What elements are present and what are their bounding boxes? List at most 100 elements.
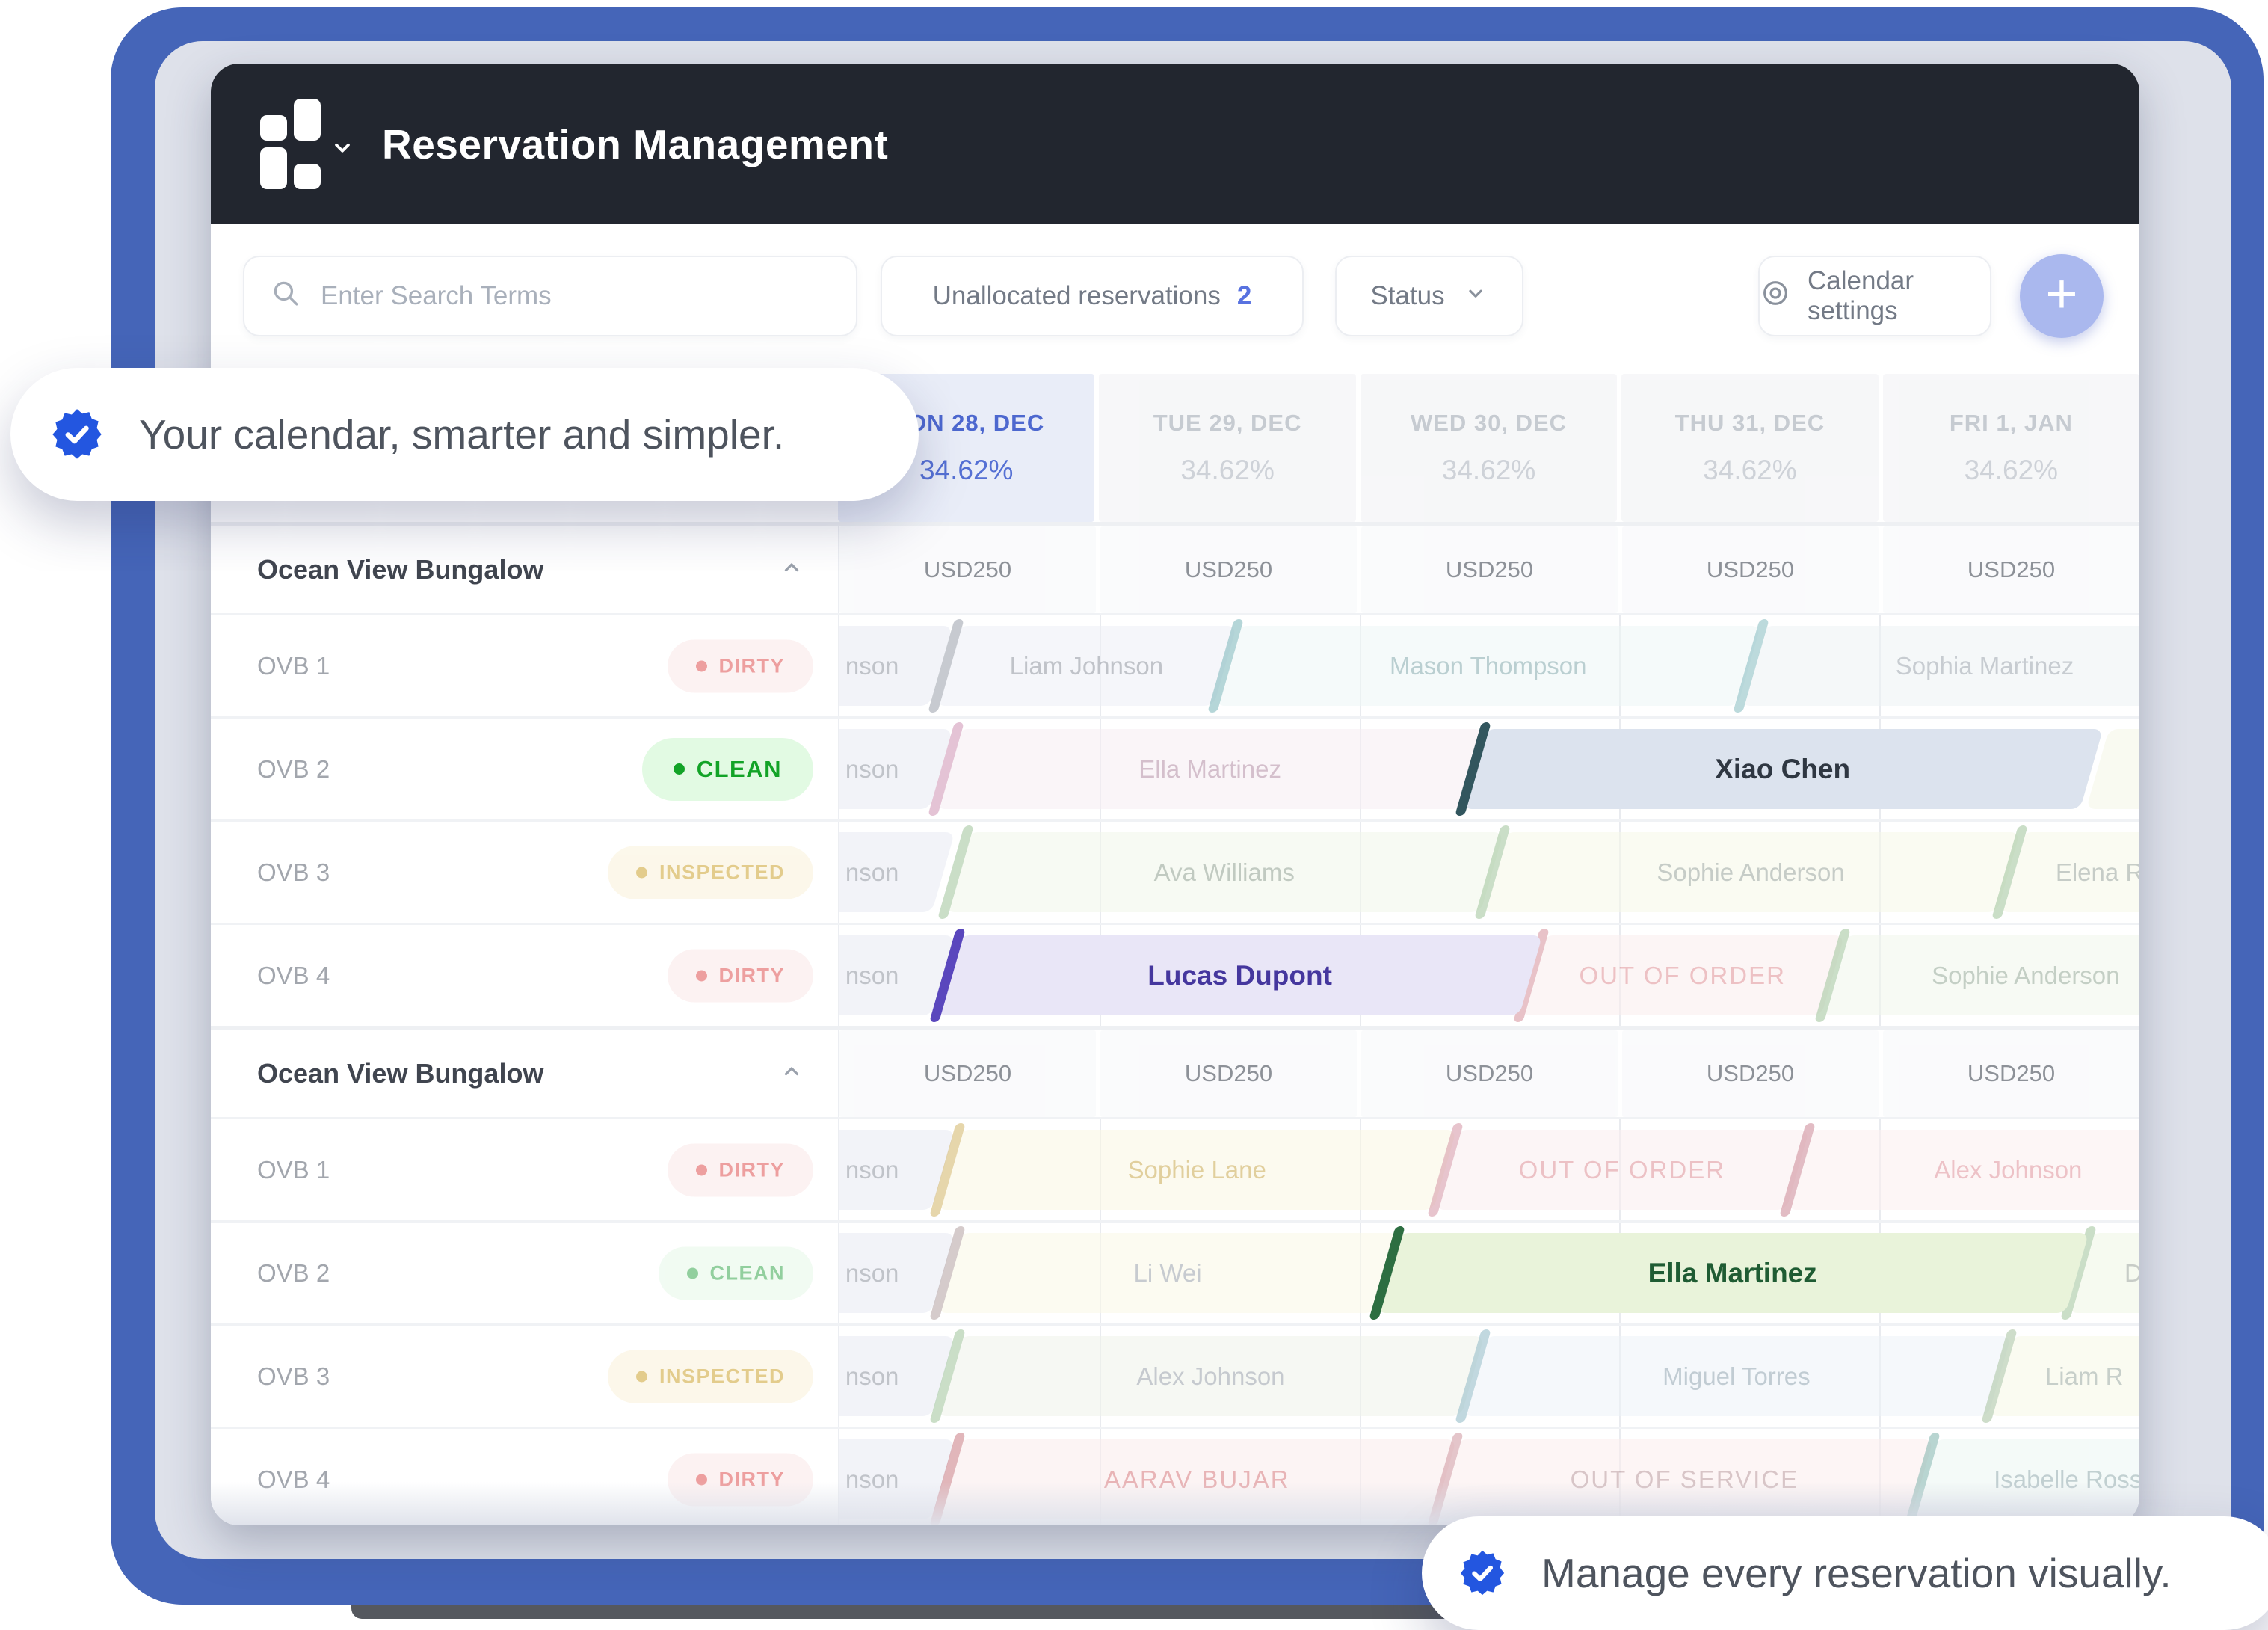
app-window: Reservation Management Enter Search Term…: [211, 64, 2139, 1525]
rate-cell[interactable]: USD250: [1100, 526, 1357, 613]
rate-cell[interactable]: USD250: [839, 526, 1096, 613]
day-column-header[interactable]: WED 30, DEC34.62%: [1361, 374, 1617, 522]
reservation-bar[interactable]: AARAV BUJAR: [949, 1439, 1445, 1519]
view-settings-icon: [1760, 277, 1791, 316]
status-label: DIRTY: [719, 1158, 786, 1181]
reservation-bar-tail[interactable]: nson: [838, 1336, 943, 1416]
add-reservation-button[interactable]: +: [2020, 254, 2104, 338]
room-status-badge[interactable]: DIRTY: [668, 639, 814, 692]
page-title: Reservation Management: [382, 120, 888, 168]
room-status-badge[interactable]: INSPECTED: [608, 846, 813, 899]
room-status-badge[interactable]: CLEAN: [659, 1246, 814, 1300]
reservation-bar[interactable]: OUT OF ORDER: [1446, 1130, 1798, 1210]
calendar-settings-button[interactable]: Calendar settings: [1758, 256, 1991, 336]
day-label: WED 30, DEC: [1411, 410, 1567, 437]
room-code: OVB 1: [257, 1156, 330, 1184]
reservation-bar[interactable]: Sophie Lane: [949, 1130, 1445, 1210]
reservation-bar-tail[interactable]: nson: [838, 1130, 943, 1210]
reservation-bar-tail[interactable]: nson: [838, 1439, 943, 1519]
reservation-bar[interactable]: Li Wei: [949, 1233, 1387, 1313]
room-status-badge[interactable]: DIRTY: [668, 1143, 814, 1196]
day-column-header[interactable]: THU 31, DEC34.62%: [1621, 374, 1878, 522]
unallocated-reservations-button[interactable]: Unallocated reservations 2: [881, 256, 1304, 336]
room-row-grid: nsonAva WilliamsSophie AndersonElena Ra: [838, 822, 2139, 923]
day-label: FRI 1, JAN: [1950, 410, 2073, 437]
guest-name: Alex Johnson: [1799, 1130, 2139, 1210]
day-column-header[interactable]: TUE 29, DEC34.62%: [1099, 374, 1355, 522]
guest-name: Mason Thompson: [1227, 626, 1749, 706]
room-code: OVB 2: [257, 1259, 330, 1288]
rate-cell[interactable]: USD250: [1361, 526, 1618, 613]
reservation-bar[interactable]: om: [2098, 729, 2139, 809]
room-group-header[interactable]: Ocean View BungalowUSD250USD250USD250USD…: [211, 1026, 2139, 1117]
rate-cell[interactable]: USD250: [1622, 526, 1879, 613]
reservation-bar[interactable]: Ella Martinez: [1388, 1233, 2077, 1313]
rate-cell[interactable]: USD250: [1622, 1030, 1879, 1117]
reservation-bar[interactable]: Ella Martinez: [947, 729, 1473, 809]
room-row-left: OVB 1DIRTY: [211, 615, 838, 716]
rate-cell[interactable]: USD250: [839, 1030, 1096, 1117]
rate-cell[interactable]: USD250: [1361, 1030, 1618, 1117]
chevron-up-icon[interactable]: [778, 555, 805, 585]
guest-name: Elena Ra: [2011, 832, 2139, 912]
reservation-bar[interactable]: OUT OF SERVICE: [1446, 1439, 1922, 1519]
reservation-bar-tail[interactable]: nson: [838, 1233, 943, 1313]
room-group-header[interactable]: Ocean View BungalowUSD250USD250USD250USD…: [211, 522, 2139, 613]
guest-name: Miguel Torres: [1474, 1336, 2000, 1416]
search-icon: [270, 277, 301, 316]
chevron-up-icon[interactable]: [778, 1059, 805, 1089]
room-status-badge[interactable]: INSPECTED: [608, 1350, 813, 1403]
guest-name: nson: [838, 832, 943, 912]
reservation-bar[interactable]: Sophie Anderson: [1834, 935, 2139, 1015]
reservation-bar[interactable]: Daniel Ga: [2080, 1233, 2139, 1313]
reservation-bar[interactable]: Ava Williams: [957, 832, 1492, 912]
guest-name: nson: [838, 626, 941, 706]
reservation-bar[interactable]: OUT OF ORDER: [1532, 935, 1833, 1015]
rate-cell[interactable]: USD250: [1883, 526, 2139, 613]
reservation-bar[interactable]: Xiao Chen: [1474, 729, 2092, 809]
app-logo-grid-icon: [260, 99, 321, 189]
reservation-bar-tail[interactable]: nson: [838, 935, 943, 1015]
room-group-rates: USD250USD250USD250USD250USD250: [838, 1030, 2139, 1117]
rate-cell[interactable]: USD250: [1100, 1030, 1357, 1117]
app-header: Reservation Management: [211, 64, 2139, 224]
day-column-header[interactable]: FRI 1, JAN34.62%: [1883, 374, 2139, 522]
room-row: OVB 1DIRTYnsonLiam JohnsonMason Thompson…: [211, 613, 2139, 716]
day-occupancy: 34.62%: [1180, 455, 1275, 486]
room-status-badge[interactable]: DIRTY: [668, 1453, 814, 1506]
room-group-left: Ocean View Bungalow: [211, 1030, 838, 1117]
search-placeholder: Enter Search Terms: [321, 281, 552, 311]
reservation-bar-tail[interactable]: nson: [838, 626, 941, 706]
reservation-bar[interactable]: Mason Thompson: [1227, 626, 1749, 706]
reservation-bar[interactable]: Sophia Martinez: [1752, 626, 2139, 706]
rate-cell[interactable]: USD250: [1883, 1030, 2139, 1117]
app-menu-chevron-down-icon[interactable]: [328, 133, 357, 165]
guest-name: Alex Johnson: [949, 1336, 1473, 1416]
room-status-badge[interactable]: DIRTY: [668, 949, 814, 1002]
status-label: CLEAN: [710, 1261, 786, 1285]
reservation-bar[interactable]: Sophie Anderson: [1494, 832, 2009, 912]
room-code: OVB 4: [257, 1466, 330, 1494]
reservation-bar[interactable]: Isabelle Rossi: [1923, 1439, 2139, 1519]
reservation-bar[interactable]: Liam R: [2000, 1336, 2139, 1416]
room-status-badge[interactable]: CLEAN: [642, 738, 813, 801]
reservation-bar[interactable]: Elena Ra: [2011, 832, 2139, 912]
room-row: OVB 4 DIRTY nsonAARAV BUJAROUT OF SERVICEI…: [211, 1427, 2139, 1525]
guest-name: Sophie Anderson: [1834, 935, 2139, 1015]
rates-row: USD250USD250USD250USD250USD250: [839, 1030, 2139, 1117]
verified-check-badge-icon: [1458, 1548, 1507, 1598]
reservation-bar[interactable]: Alex Johnson: [1799, 1130, 2139, 1210]
status-filter-dropdown[interactable]: Status: [1335, 256, 1523, 336]
reservation-bar[interactable]: Lucas Dupont: [949, 935, 1531, 1015]
reservation-bar-tail[interactable]: nson: [838, 729, 941, 809]
reservation-bar[interactable]: Miguel Torres: [1474, 1336, 2000, 1416]
toolbar: Enter Search Terms Unallocated reservati…: [211, 224, 2139, 368]
reservation-bar-tail[interactable]: nson: [838, 832, 943, 912]
status-dot-icon: [636, 867, 647, 878]
room-code: OVB 4: [257, 962, 330, 990]
reservation-bar[interactable]: Alex Johnson: [949, 1336, 1473, 1416]
search-input[interactable]: Enter Search Terms: [243, 256, 857, 336]
room-row-grid: nsonElla MartinezXiao Chenom: [838, 719, 2139, 819]
status-label: DIRTY: [719, 654, 786, 677]
reservation-bar[interactable]: Liam Johnson: [947, 626, 1225, 706]
